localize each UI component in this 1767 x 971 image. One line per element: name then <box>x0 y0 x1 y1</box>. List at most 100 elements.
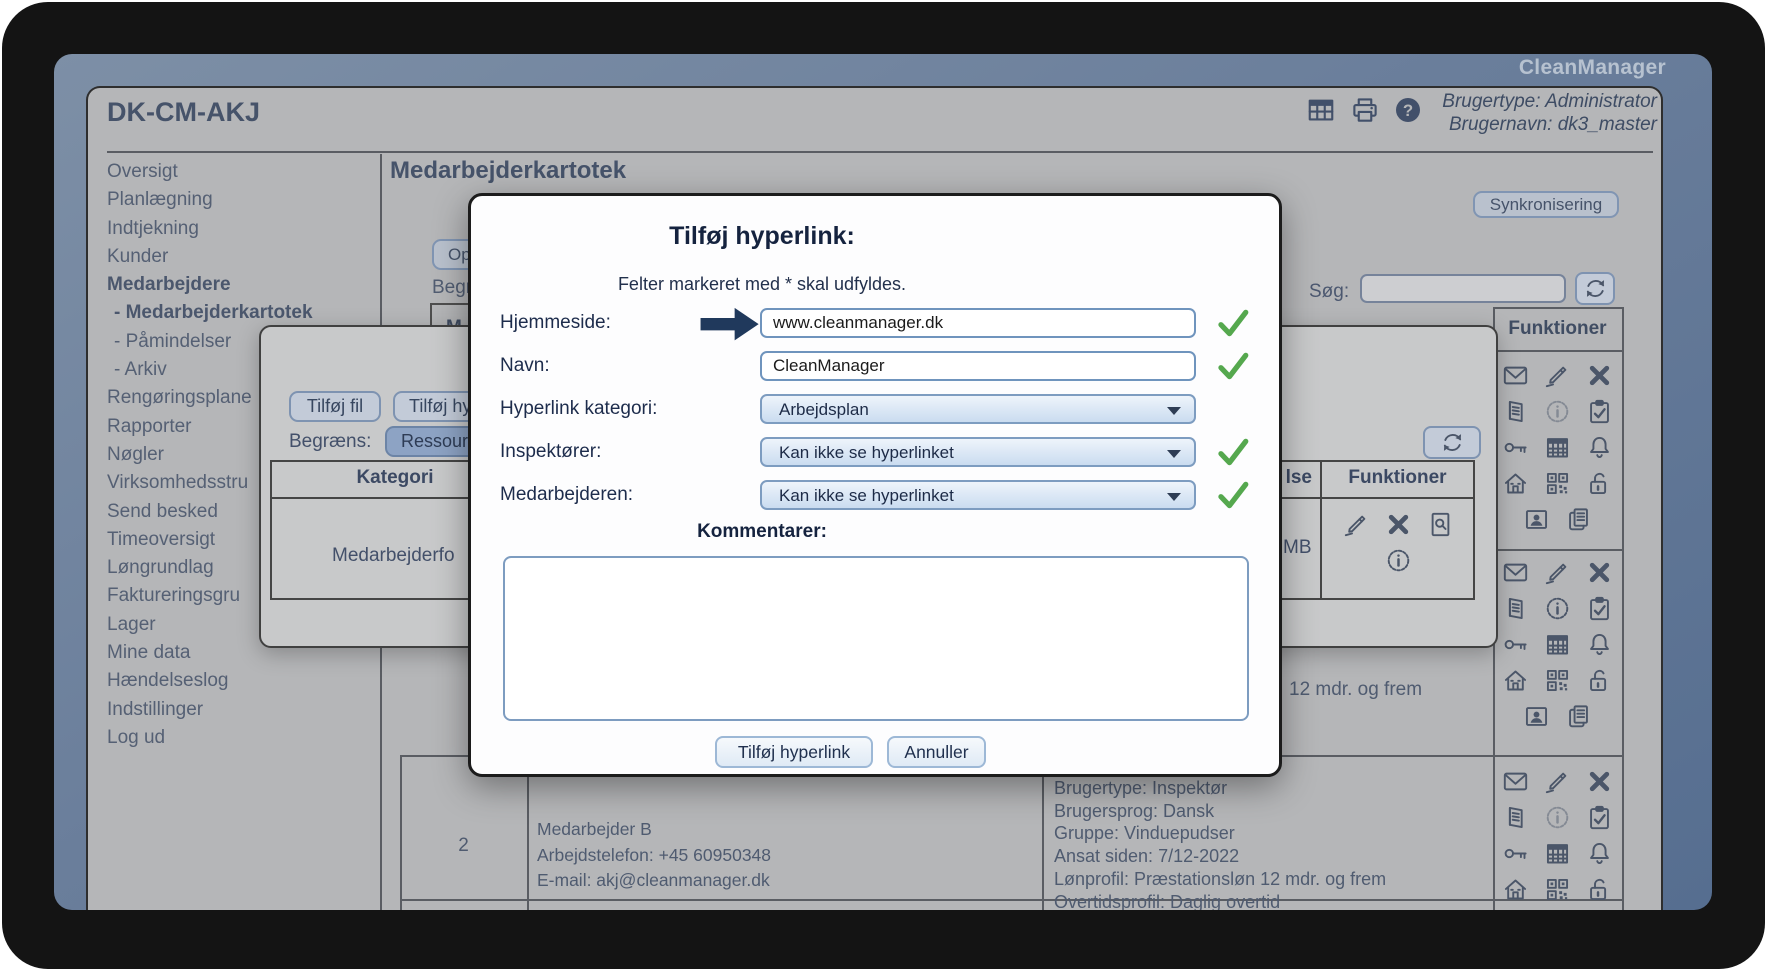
cross-icon[interactable] <box>1586 362 1613 389</box>
file-size-cell: MB <box>1283 537 1312 559</box>
pen-icon[interactable] <box>1544 362 1571 389</box>
medarbejderen-select[interactable]: Kan ikke se hyperlinket <box>760 480 1196 510</box>
row3-funktioner-icons <box>1493 768 1622 910</box>
valid-check-icon <box>1216 306 1250 340</box>
table-line <box>527 755 529 910</box>
employee-name: Medarbejder B <box>537 817 771 843</box>
house-icon[interactable] <box>1502 667 1529 694</box>
cross-icon[interactable] <box>1586 559 1613 586</box>
add-file-button[interactable]: Tilføj fil <box>289 391 381 422</box>
add-hyperlink-modal: Tilføj hyperlink: Felter markeret med * … <box>468 193 1282 777</box>
sidebar-item[interactable]: - Medarbejderkartotek <box>107 299 377 327</box>
refresh-button <box>1575 272 1615 305</box>
sidebar-item[interactable]: Kunder <box>107 243 377 271</box>
field-label-inspektoerer: Inspektører: <box>500 437 700 467</box>
field-label-kategori: Hyperlink kategori: <box>500 394 700 424</box>
key-icon[interactable] <box>1502 631 1529 658</box>
cross-icon[interactable] <box>1385 511 1412 538</box>
lock-icon[interactable] <box>1586 470 1613 497</box>
sidebar-item[interactable]: Planlægning <box>107 186 377 214</box>
lock-icon[interactable] <box>1586 667 1613 694</box>
pen-icon[interactable] <box>1343 511 1370 538</box>
field-label-navn: Navn: <box>500 351 700 381</box>
info-icon[interactable] <box>1544 804 1571 831</box>
idcard-icon[interactable] <box>1523 506 1550 533</box>
cross-icon[interactable] <box>1586 768 1613 795</box>
clipboard-icon[interactable] <box>1586 595 1613 622</box>
pen-icon[interactable] <box>1544 559 1571 586</box>
valid-check-icon <box>1216 349 1250 383</box>
sidebar-item[interactable]: Medarbejdere <box>107 271 377 299</box>
kategori-select-value: Arbejdsplan <box>779 400 869 419</box>
mail-icon[interactable] <box>1502 768 1529 795</box>
house-icon[interactable] <box>1502 876 1529 903</box>
chevron-down-icon <box>1167 450 1181 458</box>
grid-icon[interactable] <box>1544 434 1571 461</box>
table-line <box>1493 307 1624 309</box>
bell-icon[interactable] <box>1586 840 1613 867</box>
mail-icon[interactable] <box>1502 362 1529 389</box>
dialog-funktioner-header: Funktioner <box>1320 467 1475 489</box>
medarbejderen-select-value: Kan ikke se hyperlinket <box>779 486 954 505</box>
table-line <box>1493 549 1624 551</box>
page-title: Medarbejderkartotek <box>390 157 626 185</box>
pen-icon[interactable] <box>1544 768 1571 795</box>
search-input[interactable] <box>1360 274 1566 303</box>
idcard-icon[interactable] <box>1523 703 1550 730</box>
copy-icon[interactable] <box>1565 506 1592 533</box>
bell-icon[interactable] <box>1586 631 1613 658</box>
sync-button[interactable]: Synkronisering <box>1473 191 1619 218</box>
house-icon[interactable] <box>1502 470 1529 497</box>
zoomdoc-icon[interactable] <box>1427 511 1454 538</box>
sidebar-item[interactable]: Log ud <box>107 724 377 752</box>
ledger-icon[interactable] <box>1502 398 1529 425</box>
sidebar-item[interactable]: Oversigt <box>107 158 377 186</box>
clipboard-icon[interactable] <box>1586 398 1613 425</box>
user-info: Brugertype: Administrator Brugernavn: dk… <box>1188 90 1657 136</box>
employee-phone: Arbejdstelefon: +45 60950348 <box>537 843 771 869</box>
key-icon[interactable] <box>1502 434 1529 461</box>
grid-icon[interactable] <box>1544 631 1571 658</box>
detail-line: Overtidsprofil: Daglig overtid <box>1054 891 1386 910</box>
sidebar-item[interactable]: Hændelseslog <box>107 667 377 695</box>
info-icon[interactable] <box>1544 595 1571 622</box>
inspektoerer-select-value: Kan ikke se hyperlinket <box>779 443 954 462</box>
table-line <box>400 899 1624 901</box>
info-icon[interactable] <box>1544 398 1571 425</box>
refresh-icon[interactable] <box>1439 429 1466 456</box>
grid-icon[interactable] <box>1544 840 1571 867</box>
file-category-cell: Medarbejderfo <box>332 545 455 567</box>
row2-funktioner-icons <box>1493 559 1622 739</box>
cancel-button[interactable]: Annuller <box>887 736 986 768</box>
copy-icon[interactable] <box>1565 703 1592 730</box>
submit-hyperlink-button[interactable]: Tilføj hyperlink <box>715 736 873 768</box>
mail-icon[interactable] <box>1502 559 1529 586</box>
clipboard-icon[interactable] <box>1586 804 1613 831</box>
refresh-icon[interactable] <box>1582 275 1609 302</box>
lock-icon[interactable] <box>1586 876 1613 903</box>
kategori-select[interactable]: Arbejdsplan <box>760 394 1196 424</box>
comments-textarea[interactable] <box>503 556 1249 721</box>
qr-icon[interactable] <box>1544 876 1571 903</box>
hjemmeside-input[interactable] <box>760 308 1196 338</box>
ledger-icon[interactable] <box>1502 595 1529 622</box>
key-icon[interactable] <box>1502 840 1529 867</box>
sidebar-item[interactable]: Indstillinger <box>107 696 377 724</box>
bell-icon[interactable] <box>1586 434 1613 461</box>
detail-line: Ansat siden: 7/12-2022 <box>1054 845 1386 868</box>
info-icon[interactable] <box>1385 547 1412 574</box>
qr-icon[interactable] <box>1544 667 1571 694</box>
detail-line: Brugertype: Inspektør <box>1054 777 1386 800</box>
chevron-down-icon <box>1167 493 1181 501</box>
sidebar-item[interactable]: Indtjekning <box>107 215 377 243</box>
table-line <box>400 755 402 910</box>
qr-icon[interactable] <box>1544 470 1571 497</box>
row1-text-fragment: 12 mdr. og frem <box>1289 679 1422 701</box>
table-line <box>1493 350 1624 352</box>
inspektoerer-select[interactable]: Kan ikke se hyperlinket <box>760 437 1196 467</box>
pointer-arrow-icon <box>699 304 761 342</box>
ledger-icon[interactable] <box>1502 804 1529 831</box>
detail-line: Gruppe: Vinduepudser <box>1054 822 1386 845</box>
user-type: Brugertype: Administrator <box>1188 90 1657 113</box>
navn-input[interactable] <box>760 351 1196 381</box>
